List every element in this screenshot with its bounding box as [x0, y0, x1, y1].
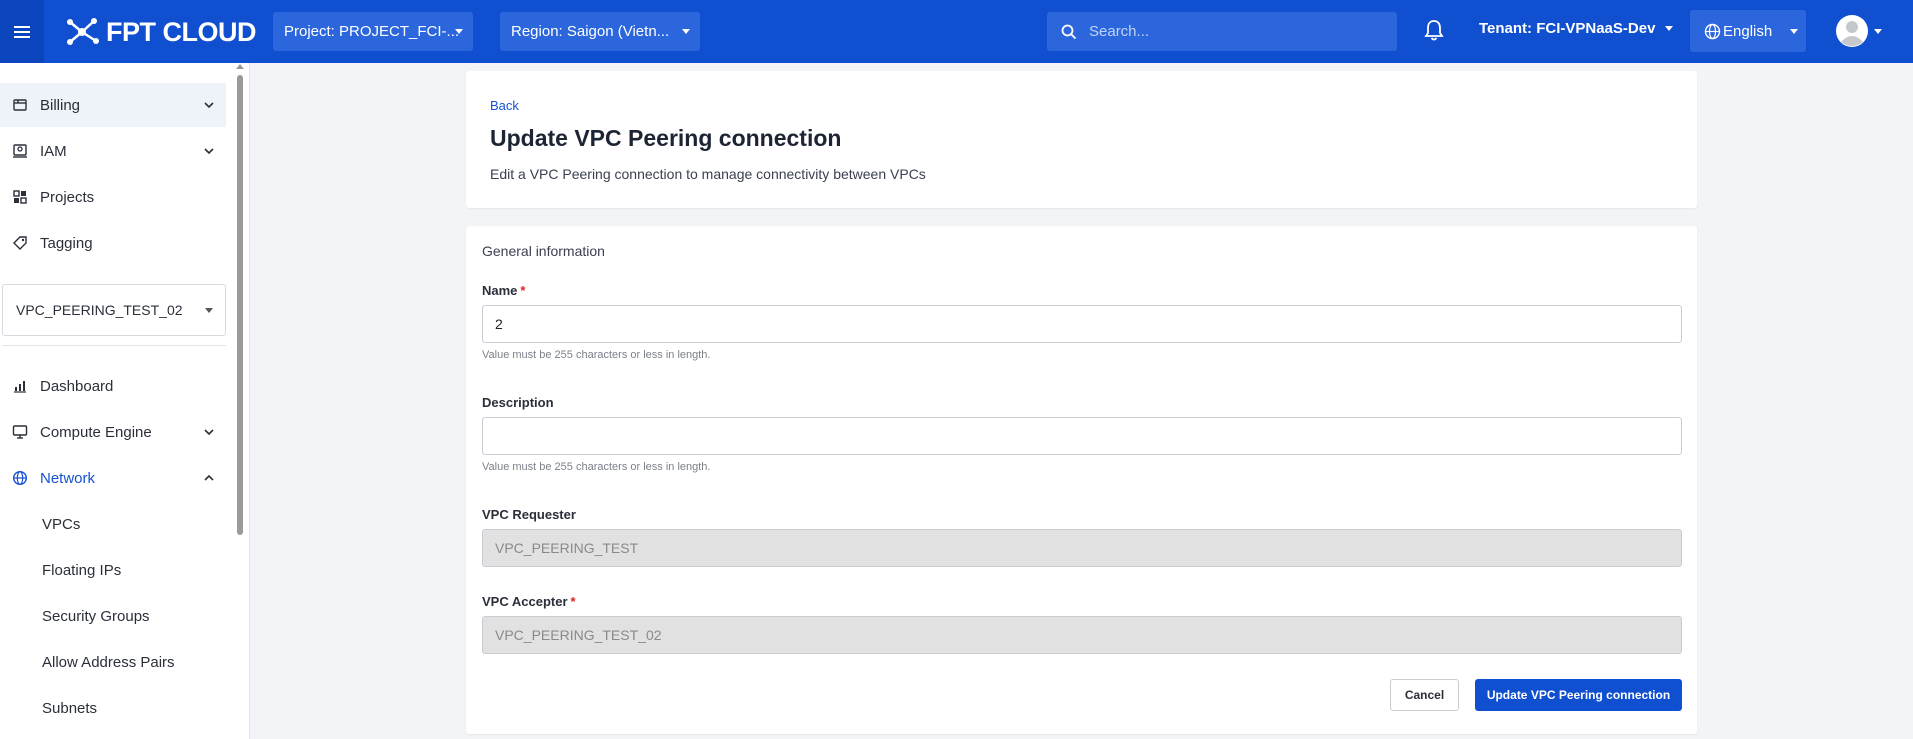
sidebar-item-label: IAM	[40, 142, 67, 160]
sidebar-item-compute-engine[interactable]: Compute Engine	[0, 410, 226, 454]
projects-icon	[0, 189, 40, 205]
name-hint: Value must be 255 characters or less in …	[482, 349, 711, 361]
search-input[interactable]	[1089, 23, 1379, 40]
avatar	[1836, 15, 1868, 47]
chevron-down-icon	[455, 29, 463, 34]
sidebar-subitem-vpcs[interactable]: VPCs	[42, 516, 80, 533]
form-card: General information Name* Value must be …	[466, 226, 1697, 734]
sidebar-subitem-allow-address-pairs[interactable]: Allow Address Pairs	[42, 654, 175, 671]
monitor-icon	[0, 424, 40, 440]
notification-bell-icon[interactable]	[1423, 18, 1445, 47]
region-select-label: Region: Saigon (Vietn...	[511, 23, 670, 40]
sidebar-item-projects[interactable]: Projects	[0, 175, 226, 219]
chevron-up-icon	[204, 475, 214, 481]
update-vpc-peering-button[interactable]: Update VPC Peering connection	[1475, 679, 1682, 711]
project-select[interactable]: Project: PROJECT_FCI-...	[273, 12, 473, 51]
vpc-requester-label: VPC Requester	[482, 507, 576, 522]
chevron-down-icon	[1874, 28, 1882, 34]
sidebar-item-label: Compute Engine	[40, 423, 152, 441]
language-label: English	[1723, 22, 1773, 40]
menu-icon[interactable]	[0, 0, 44, 63]
section-title: General information	[482, 243, 605, 259]
chevron-down-icon	[205, 308, 213, 313]
logo-network-icon	[67, 18, 99, 45]
fpt-cloud-logo[interactable]: FPT CLOUD	[64, 14, 257, 50]
search-box[interactable]	[1047, 12, 1397, 51]
sidebar-scroll-thumb[interactable]	[237, 75, 243, 535]
name-label-text: Name	[482, 283, 518, 298]
sidebar-item-iam[interactable]: IAM	[0, 129, 226, 173]
sidebar-item-label: Tagging	[40, 234, 93, 252]
sidebar-divider	[2, 345, 226, 346]
chevron-down-icon	[204, 102, 214, 108]
sidebar-item-label: Dashboard	[40, 377, 114, 395]
chevron-down-icon	[204, 429, 214, 435]
sidebar-item-label: Billing	[40, 96, 81, 114]
language-select[interactable]: English	[1690, 10, 1806, 52]
vpc-requester-field	[482, 529, 1682, 567]
vpc-accepter-field	[482, 616, 1682, 654]
chevron-down-icon	[204, 148, 214, 154]
vpc-selector-label: VPC_PEERING_TEST_02	[16, 302, 183, 318]
sidebar-subitem-subnets[interactable]: Subnets	[42, 700, 97, 717]
vpc-accepter-label: VPC Accepter *	[482, 594, 576, 609]
top-bar: FPT CLOUD Project: PROJECT_FCI-... Regio…	[0, 0, 1913, 63]
name-label: Name *	[482, 283, 525, 298]
vpc-selector[interactable]: VPC_PEERING_TEST_02	[2, 284, 226, 336]
page-header-card: Back Update VPC Peering connection Edit …	[466, 71, 1697, 208]
name-field[interactable]	[482, 305, 1682, 343]
logo-text: FPT CLOUD	[106, 16, 257, 47]
sidebar-item-label: Network	[40, 469, 96, 487]
chevron-down-icon	[1665, 26, 1674, 31]
cancel-button[interactable]: Cancel	[1390, 679, 1459, 711]
sidebar: Billing IAM Projects Tagging VPC_PEERING…	[0, 63, 250, 739]
sidebar-item-billing[interactable]: Billing	[0, 83, 226, 127]
page-subtitle: Edit a VPC Peering connection to manage …	[490, 166, 926, 182]
user-menu[interactable]	[1836, 15, 1882, 47]
chart-icon	[0, 378, 40, 394]
region-select[interactable]: Region: Saigon (Vietn...	[500, 12, 700, 51]
back-link[interactable]: Back	[490, 98, 519, 113]
description-hint: Value must be 255 characters or less in …	[482, 461, 711, 473]
chevron-down-icon	[1790, 29, 1798, 34]
sidebar-item-tagging[interactable]: Tagging	[0, 221, 226, 265]
tenant-label: Tenant: FCI-VPNaaS-Dev	[1479, 20, 1656, 37]
required-marker: *	[570, 594, 576, 609]
globe-icon	[1704, 23, 1721, 39]
sidebar-item-network[interactable]: Network	[0, 456, 226, 500]
sidebar-item-label: Projects	[40, 188, 95, 206]
page-title: Update VPC Peering connection	[490, 125, 842, 151]
chevron-down-icon	[682, 29, 690, 34]
iam-icon	[0, 143, 40, 159]
sidebar-item-dashboard[interactable]: Dashboard	[0, 364, 226, 408]
required-marker: *	[520, 283, 526, 298]
sidebar-subitem-floating-ips[interactable]: Floating IPs	[42, 562, 121, 579]
billing-icon	[0, 97, 40, 113]
search-icon	[1061, 24, 1077, 39]
tenant-select[interactable]: Tenant: FCI-VPNaaS-Dev	[1479, 20, 1674, 37]
globe-icon	[0, 470, 40, 486]
description-label: Description	[482, 395, 554, 410]
scroll-up-arrow-icon[interactable]	[236, 64, 244, 69]
vpc-accepter-label-text: VPC Accepter	[482, 594, 568, 609]
tag-icon	[0, 235, 40, 251]
sidebar-subitem-security-groups[interactable]: Security Groups	[42, 608, 150, 625]
project-select-label: Project: PROJECT_FCI-...	[284, 23, 460, 40]
description-field[interactable]	[482, 417, 1682, 455]
